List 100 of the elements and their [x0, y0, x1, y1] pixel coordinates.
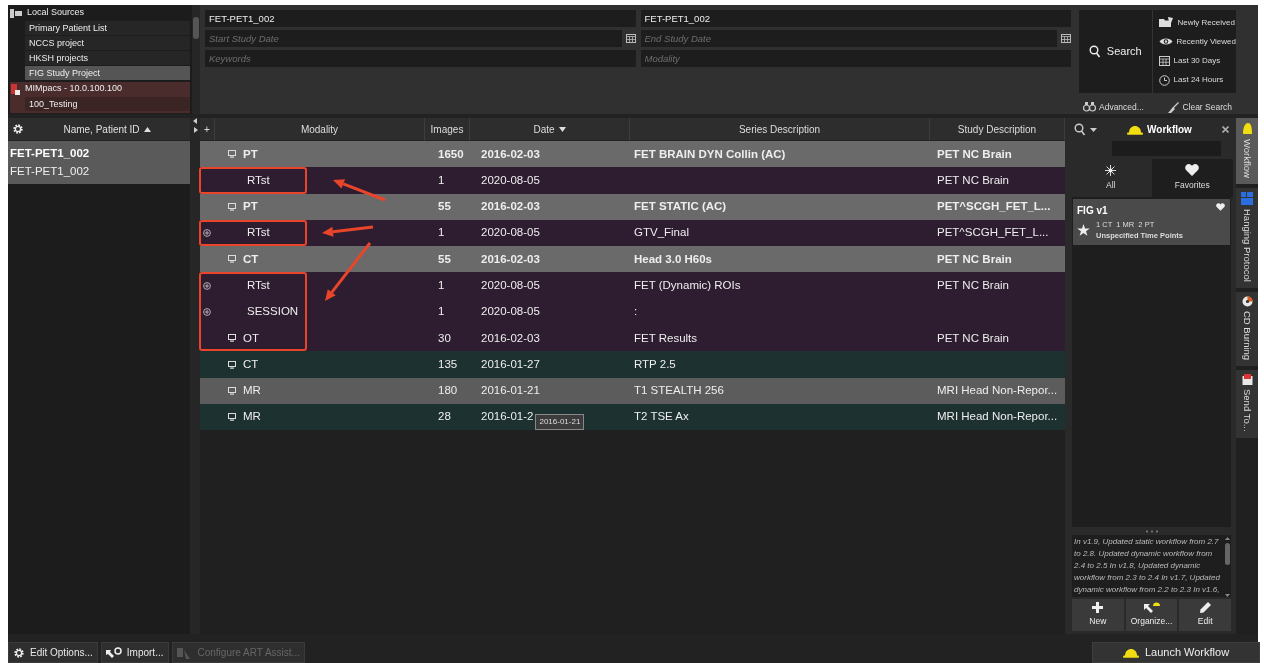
table-cell-text: GTV_Final	[634, 225, 689, 241]
workflow-button[interactable]: Edit	[1179, 599, 1231, 631]
filter-option[interactable]: Recently Viewed	[1158, 35, 1236, 48]
toolbar-button[interactable]: Import...	[100, 642, 169, 663]
side-tab[interactable]: Send To...	[1236, 369, 1258, 438]
send-icon	[1241, 373, 1253, 385]
settings-icon[interactable]	[12, 123, 24, 135]
column-header[interactable]: Images	[425, 118, 470, 141]
patient-entry[interactable]: FET-PET1_002 FET-PET1_002	[8, 141, 190, 184]
table-cell-text: 2016-01-27	[481, 356, 540, 372]
table-row[interactable]: SESSION 1 2020-08-05 :	[200, 298, 1065, 326]
expand-icon[interactable]	[203, 307, 211, 316]
workflow-name: FIG v1	[1077, 204, 1108, 218]
side-tab[interactable]: Hanging Protocol	[1236, 187, 1258, 288]
table-row[interactable]: OT 30 2016-02-03 FET Results PET NC Brain	[200, 325, 1065, 352]
table-cell-text: CT	[243, 356, 259, 372]
search-button[interactable]: Search	[1079, 10, 1152, 93]
table-cell-text: 1	[438, 172, 445, 188]
source-item[interactable]: NCCS project	[25, 36, 190, 50]
source-group-label[interactable]: Local Sources	[27, 6, 85, 20]
plus-icon	[1092, 602, 1104, 614]
tooltip: 2016-01-21	[535, 414, 585, 431]
side-tab[interactable]: Workflow	[1236, 118, 1258, 184]
table-cell-text: MRI Head Non-Repor...	[937, 383, 1058, 399]
column-header[interactable]: Series Description	[630, 118, 930, 141]
clock-icon	[1158, 74, 1170, 86]
table-cell-text: CT	[243, 251, 259, 267]
side-tab[interactable]: CD Burning	[1236, 291, 1258, 366]
dropdown-caret-icon[interactable]	[1090, 127, 1097, 132]
source-item[interactable]: HKSH projects	[25, 51, 190, 65]
table-cell-text: RTP 2.5	[634, 356, 676, 372]
scroll-up-icon	[1224, 537, 1230, 540]
input-field[interactable]: Keywords	[205, 50, 636, 67]
table-cell-text: Head 3.0 H60s	[634, 251, 712, 267]
table-row[interactable]: CT 135 2016-01-27 RTP 2.5	[200, 351, 1065, 378]
table-cell-text: SESSION	[247, 304, 299, 320]
advanced-search-button[interactable]: Advanced...	[1083, 101, 1144, 114]
column-header[interactable]: Study Description	[930, 118, 1065, 141]
filter-option[interactable]: Last 30 Days	[1158, 55, 1236, 68]
source-item[interactable]: Primary Patient List	[25, 21, 190, 35]
table-cell-text: PET^SCGH_FET_L...	[937, 199, 1051, 215]
table-cell-text: 1	[438, 225, 445, 241]
scrollbar[interactable]	[1223, 535, 1231, 597]
input-field[interactable]: FET-PET1_002	[205, 10, 636, 27]
broom-icon	[1168, 101, 1180, 113]
workflow-button[interactable]: Organize...	[1125, 599, 1178, 631]
monitor-icon	[228, 386, 236, 395]
filter-tab[interactable]: Favorites	[1151, 159, 1233, 197]
table-cell-text: 2020-08-05	[481, 172, 540, 188]
table-cell-text: 2020-08-05	[481, 304, 540, 320]
table-cell-text: 2016-01-2	[481, 409, 534, 425]
expand-icon[interactable]	[203, 281, 211, 290]
table-cell-text: 2020-08-05	[481, 278, 540, 293]
launch-workflow-button[interactable]: Launch Workflow	[1092, 642, 1260, 663]
toolbar-button[interactable]: Edit Options...	[8, 642, 98, 663]
workflow-button[interactable]: New	[1072, 599, 1124, 631]
input-field[interactable]: Modality	[640, 50, 1071, 67]
heart-icon[interactable]	[1216, 203, 1225, 211]
filter-option[interactable]: Last 24 Hours	[1158, 74, 1236, 87]
server-icon	[10, 83, 20, 95]
table-cell-text: 2016-01-21	[481, 383, 540, 399]
search-icon[interactable]	[1074, 123, 1086, 136]
filter-option[interactable]: Newly Received	[1158, 16, 1236, 29]
table-cell-text: FET (Dynamic) ROIs	[634, 278, 741, 293]
table-cell-text: RTst	[247, 225, 270, 241]
table-row[interactable]: RTst 1 2020-08-05 FET (Dynamic) ROIs PET NC Brain	[200, 272, 1065, 299]
table-row[interactable]: PT 55 2016-02-03 FET STATIC (AC) PET^SCGH_FET_L...	[200, 193, 1065, 220]
collapse-arrows-icon[interactable]	[192, 118, 198, 134]
calendar-icon[interactable]	[625, 34, 636, 43]
table-row[interactable]: CT 55 2016-02-03 Head 3.0 H60s PET NC Brain	[200, 246, 1065, 273]
column-header[interactable]: Date	[470, 118, 630, 141]
calendar-icon[interactable]	[1061, 34, 1071, 43]
source-item[interactable]: 100_Testing	[25, 97, 190, 111]
input-field[interactable]: FET-PET1_002	[640, 10, 1071, 27]
table-cell-text: PT	[243, 146, 258, 162]
table-cell-text: 2016-02-03	[481, 251, 540, 267]
close-icon[interactable]	[1222, 126, 1229, 133]
table-row[interactable]: RTst 1 2020-08-05 PET NC Brain	[200, 167, 1065, 194]
table-cell-text: PET NC Brain	[937, 251, 1012, 267]
input-field[interactable]: End Study Date	[640, 30, 1057, 47]
input-field[interactable]: Start Study Date	[205, 30, 622, 47]
table-cell-text: 2016-02-03	[481, 146, 540, 162]
table-row[interactable]: MR 180 2016-01-21 T1 STEALTH 256 MRI Head Non-Repor...	[200, 377, 1065, 404]
resize-handle-icon[interactable]	[1144, 529, 1159, 533]
table-row[interactable]: PT 1650 2016-02-03 FET BRAIN DYN Collin (AC) PET NC Brain	[200, 141, 1065, 168]
clear-search-button[interactable]: Clear Search	[1168, 101, 1232, 114]
table-cell-text: 2016-02-03	[481, 330, 540, 346]
monitor-icon	[228, 334, 236, 343]
scrollbar[interactable]	[192, 5, 200, 114]
column-header[interactable]: Modality	[215, 118, 425, 141]
source-item[interactable]: FIG Study Project	[25, 66, 190, 80]
organize-icon	[1143, 602, 1160, 614]
search-icon[interactable]	[1088, 45, 1101, 58]
assist-icon	[176, 646, 193, 659]
column-header[interactable]: +	[200, 118, 215, 141]
source-group-label[interactable]: MIMpacs - 10.0.100.100	[25, 82, 123, 96]
expand-icon[interactable]	[203, 229, 211, 238]
table-cell-text: FET STATIC (AC)	[634, 199, 727, 215]
table-cell-text: 1650	[438, 146, 464, 162]
table-cell-text: PET NC Brain	[937, 172, 1009, 188]
